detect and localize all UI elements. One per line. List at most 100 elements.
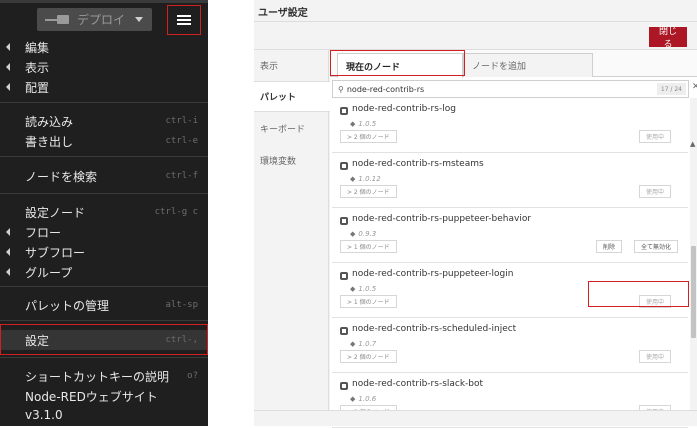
tag-icon: ◆ [350, 395, 356, 403]
sidetab-keyboard[interactable]: キーボード [254, 113, 330, 144]
node-count-toggle[interactable]: > 1 個のノード [340, 295, 397, 308]
chevron-left-icon [6, 268, 10, 276]
menu-item-edit[interactable]: 編集 [0, 37, 208, 57]
list-item: node-red-contrib-rs-msteams ◆ 1.0.12 > 2 … [332, 153, 688, 208]
menu-item-website[interactable]: Node-REDウェブサイト [0, 386, 208, 406]
menu-item-groups[interactable]: グループ [0, 262, 208, 282]
in-use-button[interactable]: 使用中 [639, 350, 672, 363]
menu-button[interactable] [167, 5, 201, 35]
dialog-title: ユーザ設定 [258, 8, 308, 19]
version-text: 1.0.5 [358, 285, 377, 293]
scrollbar-thumb[interactable] [691, 246, 696, 338]
sidetab-label: 環境変数 [260, 157, 297, 167]
menu-item-flows[interactable]: フロー [0, 222, 208, 242]
in-use-button[interactable]: 使用中 [639, 130, 672, 143]
menu-item-subflows[interactable]: サブフロー [0, 242, 208, 262]
package-icon [340, 162, 348, 170]
menu-divider [0, 156, 208, 157]
menu-item-view[interactable]: 表示 [0, 57, 208, 77]
sidetab-view[interactable]: 表示 [254, 50, 330, 81]
header-bar: デプロイ [0, 0, 208, 38]
main-menu: デプロイ 編集 表示 配置 読み込み ctrl-i 書き出し ctrl-e ノー… [0, 0, 208, 426]
menu-divider [0, 102, 208, 103]
menu-item-label: 設定ノード [25, 205, 86, 220]
node-version: ◆ 1.0.5 [350, 120, 376, 128]
dialog-footer [254, 410, 697, 426]
node-version: ◆ 1.0.5 [350, 285, 376, 293]
menu-item-label: 表示 [25, 60, 50, 75]
node-version: ◆ 1.0.6 [350, 395, 376, 403]
menu-item-export[interactable]: 書き出し ctrl-e [0, 131, 208, 151]
scroll-up-icon[interactable]: ▲ [690, 140, 695, 148]
version-label: v3.1.0 [25, 408, 63, 422]
menu-item-search[interactable]: ノードを検索 ctrl-f [0, 166, 208, 186]
version-text: 1.0.6 [358, 395, 377, 403]
scrollbar[interactable]: ▲ ▼ [690, 98, 697, 426]
menu-item-manage-palette[interactable]: パレットの管理 alt-sp [0, 295, 208, 315]
node-count-toggle[interactable]: > 2 個のノード [340, 185, 397, 198]
menu-divider [0, 193, 208, 194]
menu-item-label: ノードを検索 [25, 169, 98, 184]
dialog-button-bar [254, 22, 697, 50]
deploy-icon [45, 14, 71, 25]
menu-item-keyboard-shortcuts[interactable]: ショートカットキーの説明 o? [0, 366, 208, 386]
close-icon[interactable]: ✕ [692, 82, 697, 92]
tag-icon: ◆ [350, 230, 356, 238]
close-button[interactable]: 閉じる [649, 26, 687, 49]
menu-shortcut: alt-sp [165, 300, 198, 310]
highlight-box [0, 324, 208, 355]
list-item: node-red-contrib-rs-log ◆ 1.0.5 > 2 個のノード… [332, 98, 688, 153]
highlight-box [330, 50, 465, 76]
menu-item-version: v3.1.0 [0, 405, 208, 425]
match-count: 17 / 24 [656, 83, 686, 95]
node-name: node-red-contrib-rs-puppeteer-login [352, 269, 514, 279]
package-icon [340, 107, 348, 115]
sidetab-label: パレット [260, 93, 297, 103]
menu-divider [0, 286, 208, 287]
menu-item-label: フロー [25, 225, 62, 240]
menu-shortcut: ctrl-e [165, 136, 198, 146]
node-count-toggle[interactable]: > 2 個のノード [340, 350, 397, 363]
menu-item-label: グループ [25, 265, 73, 280]
deploy-label: デプロイ [77, 13, 126, 27]
chevron-down-icon[interactable] [135, 17, 143, 22]
menu-item-config-nodes[interactable]: 設定ノード ctrl-g c [0, 202, 208, 222]
tag-icon: ◆ [350, 340, 356, 348]
menu-divider [0, 357, 208, 358]
node-count-toggle[interactable]: > 2 個のノード [340, 130, 397, 143]
menu-item-label: 編集 [25, 40, 50, 55]
user-settings-dialog: ユーザ設定 閉じる 表示 パレット キーボード 環境変数 現在のノード ノードを… [254, 0, 697, 428]
menu-item-arrange[interactable]: 配置 [0, 77, 208, 97]
menu-shortcut: ctrl-g c [154, 207, 198, 217]
menu-item-label: 配置 [25, 80, 50, 95]
tag-icon: ◆ [350, 285, 356, 293]
chevron-left-icon [6, 83, 10, 91]
in-use-button[interactable]: 使用中 [639, 185, 672, 198]
package-icon [340, 382, 348, 390]
menu-shortcut: o? [187, 371, 198, 381]
highlight-box [588, 281, 689, 307]
chevron-left-icon [6, 248, 10, 256]
list-item: node-red-contrib-rs-puppeteer-behavior ◆… [332, 208, 688, 263]
node-count-toggle[interactable]: > 1 個のノード [340, 240, 397, 253]
tab-install[interactable]: ノードを追加 [463, 53, 593, 77]
version-text: 1.0.12 [358, 175, 381, 183]
sidetab-env[interactable]: 環境変数 [254, 145, 330, 176]
node-name: node-red-contrib-rs-msteams [352, 159, 484, 169]
search-field[interactable]: ⚲ node-red-contrib-rs 17 / 24 [332, 80, 689, 98]
list-item: node-red-contrib-rs-scheduled-inject ◆ 1.… [332, 318, 688, 373]
disable-all-button[interactable]: 全て無効化 [634, 240, 679, 253]
node-name: node-red-contrib-rs-puppeteer-behavior [352, 214, 532, 224]
node-name: node-red-contrib-rs-scheduled-inject [352, 324, 517, 334]
package-icon [340, 272, 348, 280]
search-input[interactable]: node-red-contrib-rs [347, 85, 424, 94]
package-icon [340, 327, 348, 335]
node-name: node-red-contrib-rs-log [352, 104, 456, 114]
menu-item-import[interactable]: 読み込み ctrl-i [0, 111, 208, 131]
sidetab-label: 表示 [260, 62, 279, 72]
node-name: node-red-contrib-rs-slack-bot [352, 379, 484, 389]
remove-button[interactable]: 削除 [596, 240, 623, 253]
sidetab-palette[interactable]: パレット [254, 81, 330, 112]
deploy-button[interactable]: デプロイ [37, 8, 152, 31]
chevron-left-icon [6, 43, 10, 51]
